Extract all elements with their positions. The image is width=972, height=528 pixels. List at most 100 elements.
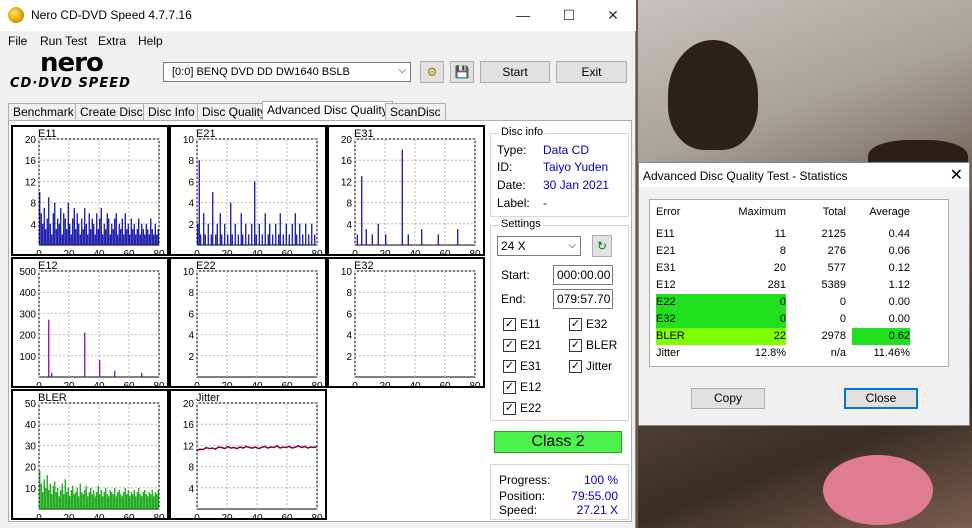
close-icon[interactable]: ✕ [950, 165, 963, 185]
y-tick-label: 12 [25, 177, 37, 188]
table-cell-error: E21 [656, 245, 676, 257]
logo-nero: nero [40, 48, 104, 78]
menu-extra[interactable]: Extra [98, 34, 126, 48]
checkbox-e12[interactable]: ✓ [503, 381, 516, 394]
speed-select[interactable]: 24 X ⌵ [497, 236, 581, 256]
background-shape [668, 40, 758, 150]
y-tick-label: 50 [25, 399, 37, 410]
x-tick-label: 0 [36, 513, 42, 518]
x-tick-label: 60 [281, 513, 293, 518]
y-tick-label: 6 [188, 309, 194, 320]
end-time-input[interactable]: 079:57.70 [553, 289, 613, 309]
save-button[interactable]: 💾 [450, 61, 474, 83]
advanced-disc-quality-panel: 02040608048121620E11020406080246810E2102… [8, 120, 632, 522]
y-tick-label: 20 [25, 135, 37, 146]
table-header: Average [869, 206, 910, 218]
position-label: Position: [499, 489, 546, 503]
copy-button[interactable]: Copy [691, 388, 765, 409]
title-bar: Nero CD-DVD Speed 4.7.7.16 — ☐ ✕ [0, 0, 636, 31]
disc-id-value: Taiyo Yuden [543, 160, 609, 174]
start-button[interactable]: Start [480, 61, 550, 83]
drive-options-button[interactable]: ⚙ [420, 61, 444, 83]
x-tick-label: 20 [379, 249, 391, 254]
refresh-icon[interactable]: ↻ [592, 235, 612, 257]
table-cell-error: Jitter [656, 347, 680, 359]
checkbox-e31[interactable]: ✓ [503, 360, 516, 373]
table-cell-error: E22 [656, 294, 726, 311]
y-tick-label: 300 [19, 309, 36, 320]
x-tick-label: 0 [194, 381, 200, 386]
table-cell-average: 11.46% [873, 347, 911, 359]
x-tick-label: 80 [153, 513, 165, 518]
tab-advanced-disc-quality[interactable]: Advanced Disc Quality [262, 101, 393, 122]
save-icon: 💾 [454, 65, 470, 79]
y-tick-label: 20 [25, 463, 37, 474]
x-tick-label: 0 [352, 381, 358, 386]
start-time-input[interactable]: 000:00.00 [553, 265, 613, 285]
x-tick-label: 20 [221, 249, 233, 254]
menu-file[interactable]: File [8, 34, 27, 48]
chevron-down-icon: ⌵ [568, 240, 576, 251]
tab-scandisc[interactable]: ScanDisc [385, 103, 446, 121]
x-tick-label: 0 [36, 249, 42, 254]
chart-e21: 0 20 40 60 80 2 4 6 8 10E21 [169, 125, 327, 256]
x-tick-label: 20 [63, 249, 75, 254]
x-tick-label: 60 [439, 249, 451, 254]
table-cell-average: 0.00 [888, 313, 910, 325]
disc-label-value: - [543, 196, 547, 210]
id-label: ID: [497, 160, 513, 174]
tab-benchmark[interactable]: Benchmark [8, 103, 79, 121]
y-tick-label: 200 [19, 331, 36, 342]
y-tick-label: 4 [188, 199, 194, 210]
chart-title: Jitter [196, 392, 220, 404]
x-tick-label: 40 [93, 249, 105, 254]
y-tick-label: 20 [183, 399, 195, 410]
close-dialog-button[interactable]: Close [844, 388, 918, 409]
minimize-button[interactable]: — [500, 0, 546, 31]
close-button[interactable]: ✕ [590, 0, 636, 31]
x-tick-label: 60 [439, 381, 451, 386]
drive-select-value: [0:0] BENQ DVD DD DW1640 BSLB [172, 66, 350, 78]
type-label: Type: [497, 143, 527, 157]
chart-e22: 0 20 40 60 80 2 4 6 8 10E22 [169, 257, 327, 388]
menu-help[interactable]: Help [138, 34, 163, 48]
checkbox-e22[interactable]: ✓ [503, 402, 516, 415]
exit-button[interactable]: Exit [556, 61, 627, 83]
y-tick-label: 8 [346, 199, 352, 210]
y-tick-label: 20 [341, 135, 353, 146]
checkbox-e21[interactable]: ✓ [503, 339, 516, 352]
tab-disc-quality[interactable]: Disc Quality [197, 103, 272, 121]
chart-title: E22 [196, 260, 216, 272]
speed-label: Speed: [499, 503, 538, 517]
tab-disc-info[interactable]: Disc Info [143, 103, 200, 121]
table-cell-total: 0 [839, 313, 846, 325]
x-tick-label: 80 [153, 249, 165, 254]
tab-create-disc[interactable]: Create Disc [75, 103, 148, 121]
y-tick-label: 16 [25, 156, 37, 167]
table-cell-total: 577 [827, 262, 846, 274]
table-cell-total: 5389 [821, 279, 846, 291]
table-cell-error: E32 [656, 311, 726, 328]
table-cell-maximum: 12.8% [754, 347, 786, 359]
table-cell-total: 2125 [821, 228, 846, 240]
end-label: End: [501, 292, 526, 306]
drive-select[interactable]: [0:0] BENQ DVD DD DW1640 BSLB ⌵ [163, 62, 411, 82]
table-cell-total: n/a [830, 347, 846, 359]
chart-e11: 02040608048121620E11 [11, 125, 169, 256]
y-tick-label: 4 [346, 220, 352, 231]
checkbox-label: BLER [586, 338, 618, 352]
maximize-button[interactable]: ☐ [546, 0, 592, 31]
checkbox-e11[interactable]: ✓ [503, 318, 516, 331]
checkbox-jitter[interactable]: ✓ [569, 360, 582, 373]
menu-run-test[interactable]: Run Test [40, 34, 87, 48]
checkbox-e32[interactable]: ✓ [569, 318, 582, 331]
x-tick-label: 80 [311, 381, 323, 386]
x-tick-label: 0 [352, 249, 358, 254]
chart-title: BLER [38, 392, 67, 404]
checkbox-bler[interactable]: ✓ [569, 339, 582, 352]
x-tick-label: 80 [153, 381, 165, 386]
table-cell-average: 0.62 [852, 328, 910, 345]
table-cell-total: 276 [827, 245, 846, 257]
table-cell-average: 0.44 [888, 228, 910, 240]
table-cell-maximum: 20 [773, 262, 786, 274]
